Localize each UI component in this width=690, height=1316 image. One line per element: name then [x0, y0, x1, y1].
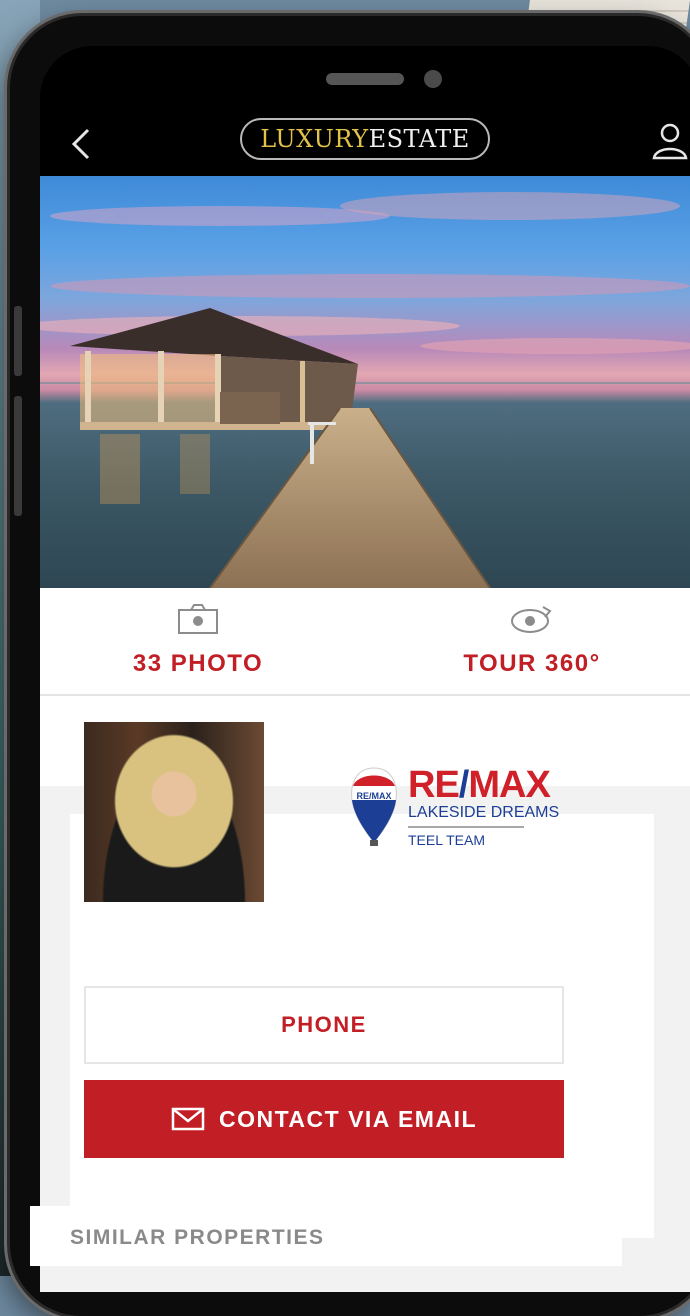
media-stats-bar: 33 PHOTO TOUR 360° — [40, 588, 690, 696]
boathouse-scene — [40, 192, 690, 588]
tour-360-button[interactable]: TOUR 360° — [422, 602, 642, 678]
front-camera — [424, 70, 442, 88]
phone-button[interactable]: PHONE — [84, 986, 564, 1064]
top-bar: LUXURYESTATE — [40, 106, 690, 176]
envelope-icon — [171, 1107, 205, 1131]
photos-button[interactable]: 33 PHOTO — [88, 602, 308, 678]
app-logo: LUXURYESTATE — [240, 118, 490, 160]
phone-side-button — [14, 306, 22, 376]
similar-properties-title: SIMILAR PROPERTIES — [70, 1226, 325, 1249]
brand-slash: / — [458, 764, 470, 806]
rotate-360-icon — [511, 606, 552, 633]
brokerage-name: RE/MAX — [408, 764, 551, 806]
agent-photo — [84, 722, 264, 902]
profile-button[interactable] — [650, 120, 690, 162]
back-button[interactable] — [68, 124, 98, 164]
brokerage-line-1: LAKESIDE DREAMS — [408, 804, 560, 821]
email-label: CONTACT VIA EMAIL — [218, 1105, 478, 1132]
phone-side-button — [14, 396, 22, 516]
user-icon — [652, 123, 688, 160]
balloon-text: RE/MAX — [356, 791, 391, 801]
brokerage-line-2: TEEL TEAM — [408, 832, 486, 848]
brokerage-divider — [408, 826, 524, 828]
logo-estate: ESTATE — [368, 125, 470, 153]
contact-email-button[interactable]: CONTACT VIA EMAIL — [84, 1080, 564, 1158]
chevron-left-icon — [71, 128, 90, 160]
similar-properties-section: SIMILAR PROPERTIES — [30, 1206, 622, 1266]
logo-luxury: LUXURY — [260, 125, 369, 153]
brokerage-logo: RE/MAX RE/MAX LAKESIDE DREAMS TEEL TEAM — [350, 764, 559, 856]
camera-icon — [178, 604, 218, 634]
balloon-logo-icon: RE/MAX — [351, 767, 397, 846]
speaker — [326, 73, 404, 85]
tour-label: TOUR 360° — [463, 650, 601, 677]
photos-label: 33 PHOTO — [132, 650, 264, 677]
property-hero-image[interactable] — [40, 176, 690, 588]
